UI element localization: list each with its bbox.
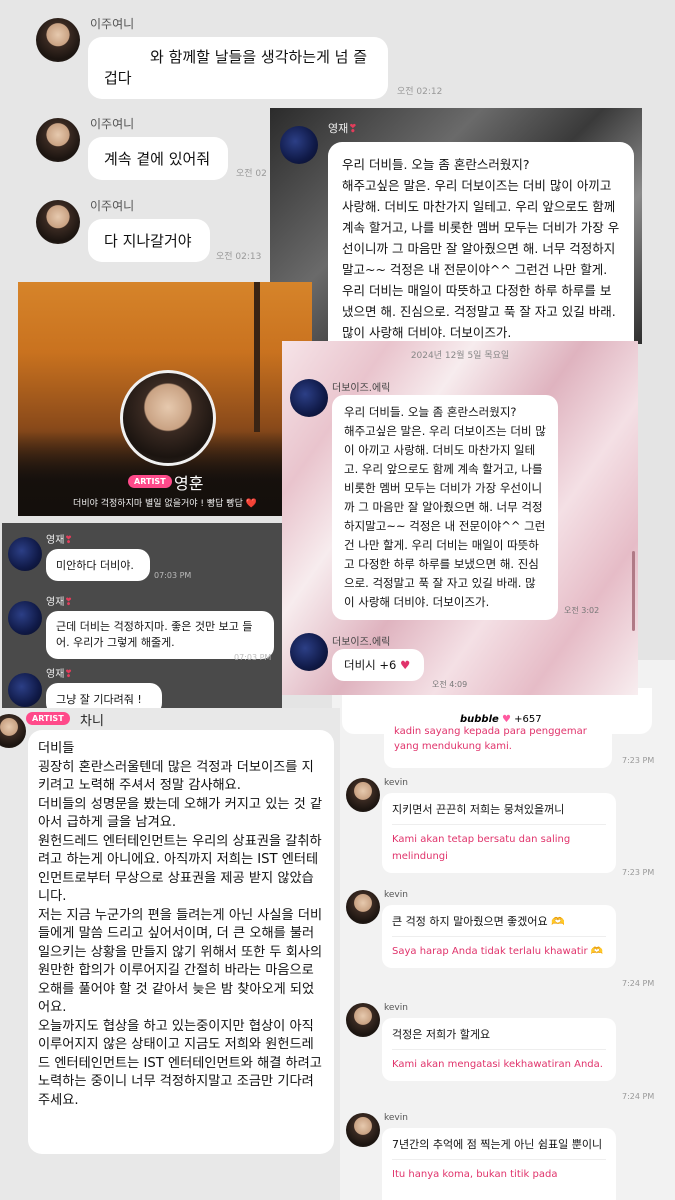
avatar[interactable] bbox=[36, 18, 80, 62]
translation-text: kadin sayang kepada para penggemar bbox=[394, 726, 587, 737]
message-time: 7:24 PM bbox=[622, 979, 655, 988]
sender-name: kevin bbox=[384, 890, 408, 900]
artist-badge: ARTIST bbox=[26, 712, 70, 725]
sender-name: 이주여니 bbox=[90, 199, 135, 213]
heart-icon: ♥ bbox=[400, 658, 411, 672]
profile-name: 영훈 bbox=[174, 474, 204, 493]
avatar[interactable] bbox=[0, 714, 26, 748]
heart-icon: ❣ bbox=[64, 535, 73, 546]
sender-name: 더보이즈.에릭 bbox=[332, 383, 391, 394]
sender-name: 영재❣ bbox=[328, 120, 357, 136]
message-bubble[interactable]: 우리 더비들. 오늘 좀 혼란스러웠지? 해주고싶은 말은. 우리 더보이즈는 … bbox=[332, 395, 558, 620]
message-time: 07:03 PM bbox=[234, 653, 272, 662]
avatar[interactable] bbox=[346, 1113, 380, 1147]
heart-icon: ❣ bbox=[64, 597, 73, 608]
chat-panel-kevin: bubble ♥ +657 kadin sayang kepada para p… bbox=[332, 660, 675, 1200]
avatar[interactable] bbox=[280, 126, 318, 164]
message-time: 오전 4:09 bbox=[432, 680, 468, 689]
message-bubble[interactable]: 다 지나갈거야 bbox=[88, 219, 210, 262]
message-bubble[interactable]: 걱정은 저희가 할게요 Kami akan mengatasi kekhawat… bbox=[382, 1018, 616, 1081]
avatar[interactable] bbox=[8, 537, 42, 571]
scrollbar[interactable] bbox=[632, 551, 635, 631]
translation-text: yang mendukung kami. bbox=[394, 741, 512, 752]
sender-name-text: 영재 bbox=[46, 597, 65, 608]
message-time: 오전 02 bbox=[236, 169, 267, 179]
message-text: 큰 걱정 하지 말아줬으면 좋겠어요 🫶 bbox=[392, 913, 606, 937]
message-text: 7년간의 추억에 점 찍는게 아닌 쉼표일 뿐이니 bbox=[392, 1136, 606, 1160]
chat-panel-small: 영재❣ 미안하다 더비야. 07:03 PM 영재❣ 근데 더비는 걱정하지마.… bbox=[2, 523, 282, 713]
heart-icon: ❣ bbox=[64, 669, 73, 680]
avatar[interactable] bbox=[346, 890, 380, 924]
heart-icon: ❣ bbox=[348, 122, 358, 135]
avatar[interactable] bbox=[36, 118, 80, 162]
message-bubble[interactable]: 계속 곁에 있어줘 bbox=[88, 137, 228, 180]
sender-name: 영재❣ bbox=[46, 665, 73, 680]
window-frame bbox=[254, 282, 260, 432]
message-bubble[interactable]: 더비시 +6 ♥ bbox=[332, 649, 424, 681]
artist-badge: ARTIST bbox=[128, 475, 172, 488]
message-time: 07:03 PM bbox=[154, 571, 192, 580]
sender-name: 차니 bbox=[80, 714, 104, 729]
avatar[interactable] bbox=[290, 379, 328, 417]
avatar[interactable] bbox=[8, 601, 42, 635]
message-time: 오전 3:02 bbox=[564, 606, 600, 615]
message-bubble[interactable]: 지키면서 끈끈히 저희는 뭉쳐있을꺼니 Kami akan tetap bers… bbox=[382, 793, 616, 873]
chat-panel-dark: 영재❣ 우리 더비들. 오늘 좀 혼란스러웠지? 해주고싶은 말은. 우리 더보… bbox=[270, 108, 642, 344]
sender-name: kevin bbox=[384, 1113, 408, 1123]
message-bubble[interactable]: 큰 걱정 하지 말아줬으면 좋겠어요 🫶 Saya harap Anda tid… bbox=[382, 905, 616, 968]
translation-text: Saya harap Anda tidak terlalu khawatir 🫶 bbox=[392, 946, 604, 957]
message-bubble[interactable]: 우리 더비들. 오늘 좀 혼란스러웠지? 해주고싶은 말은. 우리 더보이즈는 … bbox=[328, 142, 634, 344]
sender-name: kevin bbox=[384, 1003, 408, 1013]
message-bubble[interactable]: 7년간의 추억에 점 찍는게 아닌 쉼표일 뿐이니 Itu hanya koma… bbox=[382, 1128, 616, 1200]
message-text: 걱정은 저희가 할게요 bbox=[392, 1026, 606, 1050]
chat-panel-chani: ARTIST 차니 더비들 굉장히 혼란스러울텐데 많은 걱정과 더보이즈를 지… bbox=[0, 708, 340, 1200]
date-divider: 2024년 12월 5일 목요일 bbox=[410, 351, 510, 361]
sender-name: kevin bbox=[384, 778, 408, 788]
sender-name: 더보이즈.에릭 bbox=[332, 637, 391, 648]
avatar[interactable] bbox=[290, 633, 328, 671]
translation-text: Itu hanya koma, bukan titik pada bbox=[392, 1169, 558, 1180]
profile-status: 더비야 걱정하지마 별일 없을거야 ! 빵답 빵답 ❤️ bbox=[73, 499, 257, 509]
translation-text: Kami akan tetap bersatu dan saling melin… bbox=[392, 834, 571, 862]
sender-name-text: 영재 bbox=[328, 122, 349, 135]
profile-photo[interactable] bbox=[120, 370, 216, 466]
message-time: 7:23 PM bbox=[622, 756, 655, 765]
partial-message[interactable]: kadin sayang kepada para penggemar yang … bbox=[384, 722, 612, 768]
avatar[interactable] bbox=[8, 673, 42, 707]
sender-name: 영재❣ bbox=[46, 531, 73, 546]
message-text: 지키면서 끈끈히 저희는 뭉쳐있을꺼니 bbox=[392, 801, 606, 825]
sender-name: 영재❣ bbox=[46, 593, 73, 608]
sender-name: 이주여니 bbox=[90, 17, 135, 31]
avatar[interactable] bbox=[36, 200, 80, 244]
sender-name-text: 영재 bbox=[46, 669, 65, 680]
sender-name: 이주여니 bbox=[90, 117, 135, 131]
message-time: 오전 02:13 bbox=[216, 252, 262, 262]
message-bubble[interactable]: 와 함께할 날들을 생각하는게 넘 즐 겁다 bbox=[88, 37, 388, 99]
avatar[interactable] bbox=[346, 778, 380, 812]
chat-panel-pink: 2024년 12월 5일 목요일 더보이즈.에릭 우리 더비들. 오늘 좀 혼란… bbox=[282, 341, 638, 695]
message-time: 7:23 PM bbox=[622, 868, 655, 877]
translation-text: Kami akan mengatasi kekhawatiran Anda. bbox=[392, 1059, 603, 1070]
message-time: 7:24 PM bbox=[622, 1092, 655, 1101]
sender-name-text: 영재 bbox=[46, 535, 65, 546]
message-bubble[interactable]: 근데 더비는 걱정하지마. 좋은 것만 보고 들어. 우리가 그렇게 해줄게. bbox=[46, 611, 274, 659]
avatar[interactable] bbox=[346, 1003, 380, 1037]
message-bubble[interactable]: 미안하다 더비야. bbox=[46, 549, 150, 581]
profile-panel: ARTIST 영훈 더비야 걱정하지마 별일 없을거야 ! 빵답 빵답 ❤️ bbox=[18, 282, 312, 516]
message-bubble[interactable]: 더비들 굉장히 혼란스러울텐데 많은 걱정과 더보이즈를 지키려고 노력해 주셔… bbox=[28, 730, 334, 1154]
message-text: 더비시 +6 bbox=[344, 658, 397, 672]
message-time: 오전 02:12 bbox=[397, 87, 443, 97]
